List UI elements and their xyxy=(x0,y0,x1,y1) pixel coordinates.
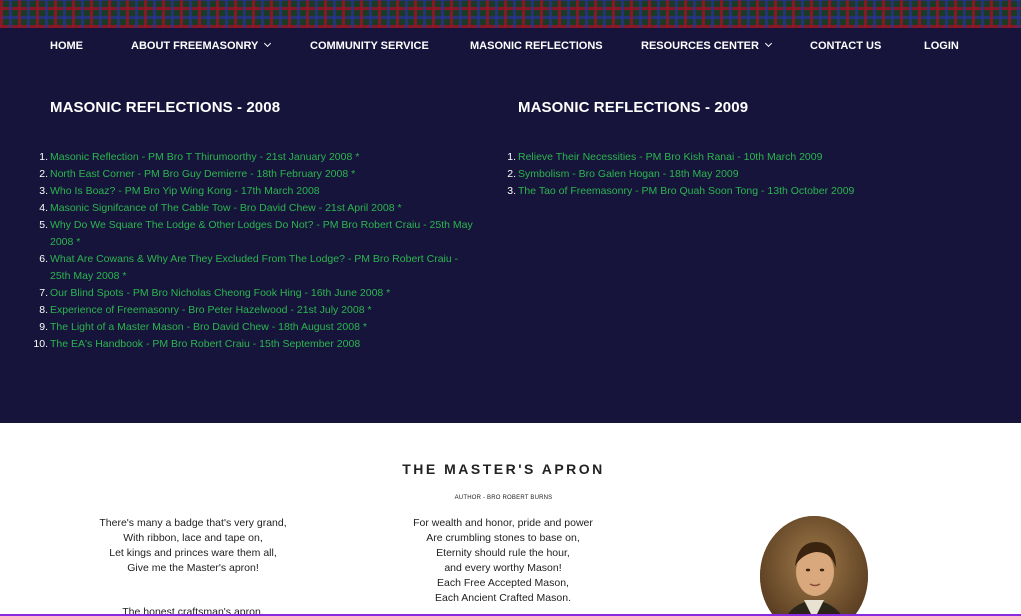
poem-line: Eternity should rule the hour, xyxy=(436,547,570,559)
reflection-link[interactable]: Relieve Their Necessities - PM Bro Kish … xyxy=(518,151,822,163)
list-item: 1. Relieve Their Necessities - PM Bro Kis… xyxy=(507,151,823,163)
reflection-link[interactable]: Our Blind Spots - PM Bro Nicholas Cheong… xyxy=(50,287,390,299)
portrait-icon xyxy=(760,516,868,616)
chevron-down-icon xyxy=(764,39,773,48)
reflections-section: HOME ABOUT FREEMASONRY COMMUNITY SERVICE… xyxy=(0,28,1021,423)
reflection-link[interactable]: Who Is Boaz? - PM Bro Yip Wing Kong - 17… xyxy=(50,185,320,197)
nav-resources-center[interactable]: RESOURCES CENTER xyxy=(641,39,773,52)
reflections-2008-title: MASONIC REFLECTIONS - 2008 xyxy=(50,99,281,116)
list-item: 4. Masonic Signifcance of The Cable Tow -… xyxy=(39,202,402,214)
nav-about-freemasonry[interactable]: ABOUT FREEMASONRY xyxy=(131,39,272,52)
list-item: 1. Masonic Reflection - PM Bro T Thirumoo… xyxy=(39,151,360,163)
poem-verse-2: For wealth and honor, pride and power Ar… xyxy=(390,516,616,606)
robert-burns-portrait xyxy=(760,516,868,616)
nav-masonic-reflections[interactable]: MASONIC REFLECTIONS xyxy=(470,40,603,52)
list-item: 9. The Light of a Master Mason - Bro Davi… xyxy=(39,321,367,333)
nav-reflections-label: MASONIC REFLECTIONS xyxy=(470,40,603,52)
list-item: 10. The EA's Handbook - PM Bro Robert Cra… xyxy=(33,338,361,350)
reflections-2009-title: MASONIC REFLECTIONS - 2009 xyxy=(518,99,749,116)
reflection-link[interactable]: Why Do We Square The Lodge & Other Lodge… xyxy=(50,219,473,248)
reflection-link[interactable]: North East Corner - PM Bro Guy Demierre … xyxy=(50,168,355,180)
nav-login-label: LOGIN xyxy=(924,40,959,52)
poem-line: With ribbon, lace and tape on, xyxy=(123,532,263,544)
apron-title: THE MASTER'S APRON xyxy=(402,461,605,477)
reflection-link[interactable]: The Tao of Freemasonry - PM Bro Quah Soo… xyxy=(518,185,854,197)
poem-line: Each Free Accepted Mason, xyxy=(437,577,569,589)
chevron-down-icon xyxy=(264,39,272,48)
reflections-2009-list: 1. Relieve Their Necessities - PM Bro Kis… xyxy=(501,149,941,200)
list-item: 6. What Are Cowans & Why Are They Exclude… xyxy=(39,253,459,282)
nav-login[interactable]: LOGIN xyxy=(924,40,959,52)
poem-line: For wealth and honor, pride and power xyxy=(413,517,593,529)
main-nav: HOME ABOUT FREEMASONRY COMMUNITY SERVICE… xyxy=(0,28,1021,66)
nav-contact-label: CONTACT US xyxy=(810,40,882,52)
list-item: 7. Our Blind Spots - PM Bro Nicholas Cheo… xyxy=(39,287,391,299)
poem-line: Each Ancient Crafted Mason. xyxy=(435,592,571,604)
nav-home-label: HOME xyxy=(50,40,83,52)
list-item: 2. North East Corner - PM Bro Guy Demierr… xyxy=(39,168,356,180)
nav-about-label: ABOUT FREEMASONRY xyxy=(131,40,259,52)
poem-line: Give me the Master's apron! xyxy=(127,562,259,574)
reflection-link[interactable]: The EA's Handbook - PM Bro Robert Craiu … xyxy=(50,338,360,350)
reflection-link[interactable]: Masonic Signifcance of The Cable Tow - B… xyxy=(50,202,402,214)
poem-verse-1: There's many a badge that's very grand, … xyxy=(90,516,296,576)
list-item: 5. Why Do We Square The Lodge & Other Lod… xyxy=(39,219,473,248)
list-item: 3. The Tao of Freemasonry - PM Bro Quah S… xyxy=(507,185,855,197)
reflection-link[interactable]: Experience of Freemasonry - Bro Peter Ha… xyxy=(50,304,372,316)
list-item: 3. Who Is Boaz? - PM Bro Yip Wing Kong - … xyxy=(39,185,320,197)
poem-line: and every worthy Mason! xyxy=(444,562,562,574)
poem-line: There's many a badge that's very grand, xyxy=(99,517,287,529)
nav-contact-us[interactable]: CONTACT US xyxy=(810,40,881,52)
poem-line: Let kings and princes ware them all, xyxy=(109,547,277,559)
apron-author: AUTHOR - BRO ROBERT BURNS xyxy=(454,495,553,501)
reflection-link[interactable]: The Light of a Master Mason - Bro David … xyxy=(50,321,367,333)
reflection-link[interactable]: Symbolism - Bro Galen Hogan - 18th May 2… xyxy=(518,168,739,180)
nav-community-service[interactable]: COMMUNITY SERVICE xyxy=(310,40,429,52)
list-item: 8. Experience of Freemasonry - Bro Peter … xyxy=(39,304,372,316)
poem-line: Are crumbling stones to base on, xyxy=(426,532,580,544)
nav-resources-label: RESOURCES CENTER xyxy=(641,40,759,52)
reflections-2008-list: 1. Masonic Reflection - PM Bro T Thirumoo… xyxy=(33,149,473,353)
nav-community-label: COMMUNITY SERVICE xyxy=(310,40,429,52)
reflection-link[interactable]: What Are Cowans & Why Are They Excluded … xyxy=(50,253,458,282)
reflection-link[interactable]: Masonic Reflection - PM Bro T Thirumoort… xyxy=(50,151,359,163)
tartan-banner xyxy=(0,0,1021,28)
nav-home[interactable]: HOME xyxy=(50,40,83,52)
list-item: 2. Symbolism - Bro Galen Hogan - 18th May… xyxy=(507,168,739,180)
